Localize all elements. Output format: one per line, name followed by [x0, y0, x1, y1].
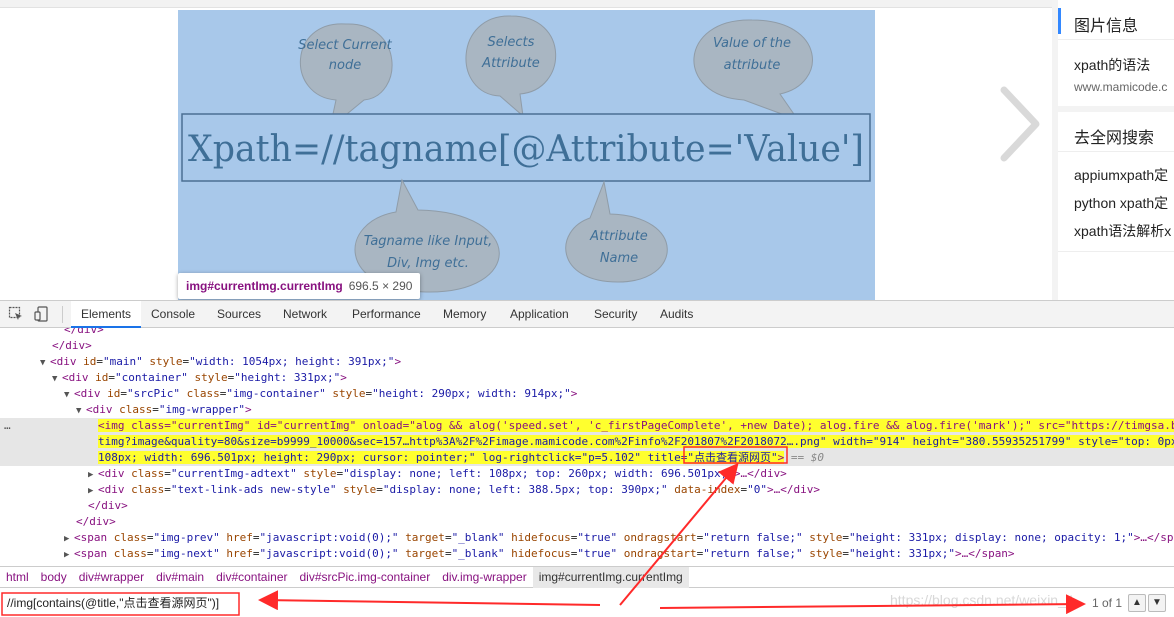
dom-line-selected-img-cont[interactable]: timg?image&quality=80&size=b9999_10000&s… — [0, 434, 1174, 450]
current-image[interactable]: Select Current node Selects Attribute Va… — [178, 10, 875, 300]
image-source-url[interactable]: www.mamicode.c — [1074, 80, 1167, 94]
sidebar-gap — [1058, 106, 1174, 112]
bubble-5-line2: Name — [600, 251, 638, 266]
tab-audits[interactable]: Audits — [660, 301, 693, 328]
breadcrumb-item-current[interactable]: img#currentImg.currentImg — [532, 567, 689, 588]
expanded-triangle-icon[interactable]: ▼ — [76, 403, 86, 419]
devtools-toolbar: Elements Console Sources Network Perform… — [0, 301, 1174, 328]
dom-line-img-wrapper[interactable]: ▼ <div class="img-wrapper"> — [0, 402, 1174, 418]
bubble-5-line1: Attribute — [589, 229, 648, 244]
tab-console[interactable]: Console — [151, 301, 195, 328]
dom-line-main[interactable]: ▼ <div id="main" style="width: 1054px; he… — [0, 354, 1174, 370]
breadcrumb-item[interactable]: div#srcPic.img-container — [294, 567, 437, 588]
dom-line[interactable]: </div> — [0, 328, 1174, 338]
dom-line-img-next[interactable]: ▶ <span class="img-next" href="javascript… — [0, 546, 1174, 562]
expanded-triangle-icon[interactable]: ▼ — [52, 371, 62, 387]
title-attribute-value: "点击查看源网页" — [687, 451, 778, 464]
chevron-up-icon: ▲ — [1132, 597, 1142, 608]
tab-elements[interactable]: Elements — [71, 301, 142, 328]
previous-match-button[interactable]: ▲ — [1128, 594, 1146, 612]
breadcrumb-item[interactable]: div#container — [210, 567, 293, 588]
xpath-expression-box: Xpath=//tagname[@Attribute='Value'] — [181, 113, 871, 182]
collapsed-triangle-icon[interactable]: ▶ — [64, 531, 74, 547]
toolbar-separator — [62, 306, 63, 323]
tab-network[interactable]: Network — [283, 301, 327, 328]
watermark-text: https://blog.csdn.net/weixin_4... — [890, 592, 1086, 608]
image-info-header: 图片信息 — [1058, 2, 1174, 40]
breadcrumb-item[interactable]: html — [0, 567, 35, 588]
collapsed-triangle-icon[interactable]: ▶ — [88, 467, 98, 483]
dom-line-selected-img-cont[interactable]: 108px; width: 696.501px; height: 290px; … — [0, 450, 1174, 466]
dom-line[interactable]: </div> — [0, 498, 1174, 514]
bubble-3-line2: attribute — [724, 58, 781, 73]
image-viewer-page: Select Current node Selects Attribute Va… — [0, 0, 1174, 300]
dom-line[interactable]: </div> — [0, 514, 1174, 530]
header-accent-bar — [1058, 8, 1061, 34]
devtools-panel: Elements Console Sources Network Perform… — [0, 300, 1174, 617]
image-info-title: 图片信息 — [1074, 18, 1139, 35]
dom-line-container[interactable]: ▼ <div id="container" style="height: 331p… — [0, 370, 1174, 386]
chevron-down-icon: ▼ — [1152, 597, 1162, 608]
match-count: 1 of 1 — [1092, 596, 1123, 610]
dom-line-adtext[interactable]: ▶ <div class="currentImg-adtext" style="d… — [0, 466, 1174, 482]
tab-performance[interactable]: Performance — [352, 301, 421, 328]
dollar-zero-marker: == $0 — [790, 451, 825, 464]
breadcrumb-item[interactable]: body — [35, 567, 73, 588]
dom-line-img-prev[interactable]: ▶ <span class="img-prev" href="javascript… — [0, 530, 1174, 546]
sidebar-bottom-rule — [1058, 251, 1174, 252]
tab-sources[interactable]: Sources — [217, 301, 261, 328]
next-match-button[interactable]: ▼ — [1148, 594, 1166, 612]
tooltip-selector: img#currentImg.currentImg — [186, 279, 343, 293]
search-web-header: 去全网搜索 — [1058, 114, 1174, 152]
inspect-icon[interactable] — [8, 306, 24, 322]
bubble-4-line2: Div, Img etc. — [387, 256, 469, 271]
breadcrumb-item[interactable]: div#main — [150, 567, 210, 588]
dom-line-text-link-ads[interactable]: ▶ <div class="text-link-ads new-style" st… — [0, 482, 1174, 498]
next-image-arrow-icon[interactable] — [990, 82, 1050, 166]
collapsed-triangle-icon[interactable]: ▶ — [88, 483, 98, 499]
tooltip-dimensions: 696.5 × 290 — [348, 279, 413, 293]
inspect-tooltip: img#currentImg.currentImg 696.5 × 290 — [178, 273, 421, 299]
device-toggle-icon[interactable] — [34, 306, 50, 322]
related-search-link[interactable]: python xpath定 — [1074, 193, 1168, 213]
tab-memory[interactable]: Memory — [443, 301, 486, 328]
related-search-link[interactable]: xpath语法解析x — [1074, 221, 1171, 241]
expanded-triangle-icon[interactable]: ▼ — [64, 387, 74, 403]
collapsed-triangle-icon[interactable]: ▶ — [64, 547, 74, 563]
dom-search-bar: //img[contains(@title,"点击查看源网页")] https:… — [0, 588, 1174, 617]
search-web-title: 去全网搜索 — [1074, 130, 1155, 147]
tab-security[interactable]: Security — [594, 301, 637, 328]
bubble-2-line1: Selects — [488, 35, 535, 50]
tab-application[interactable]: Application — [510, 301, 569, 328]
bubble-2-line2: Attribute — [481, 56, 540, 71]
breadcrumb-item[interactable]: div#wrapper — [73, 567, 150, 588]
bubble-1-line1: Select Current — [298, 38, 392, 53]
image-source-title[interactable]: xpath的语法 — [1074, 55, 1150, 75]
related-search-link[interactable]: appiumxpath定 — [1074, 165, 1168, 185]
breadcrumb-item[interactable]: div.img-wrapper — [436, 567, 532, 588]
more-options-icon[interactable]: … — [4, 418, 11, 434]
dom-line-selected-img[interactable]: … <img class="currentImg" id="currentImg"… — [0, 418, 1174, 434]
breadcrumb: html body div#wrapper div#main div#container… — [0, 566, 1174, 588]
dom-line-srcpic[interactable]: ▼ <div id="srcPic" class="img-container" … — [0, 386, 1174, 402]
top-strip — [0, 0, 1052, 8]
bubble-3-line1: Value of the — [713, 36, 791, 51]
bubble-4-line1: Tagname like Input, — [364, 234, 492, 249]
dom-line[interactable]: </div> — [0, 338, 1174, 354]
bubble-1-line2: node — [329, 58, 361, 73]
expanded-triangle-icon[interactable]: ▼ — [40, 355, 50, 371]
xpath-expression-text: Xpath=//tagname[@Attribute='Value'] — [188, 129, 864, 170]
elements-dom-tree: </div> </div> ▼ <div id="main" style="wid… — [0, 328, 1174, 566]
image-info-sidebar: 图片信息 xpath的语法 www.mamicode.c 去全网搜索 appiu… — [1058, 0, 1174, 300]
